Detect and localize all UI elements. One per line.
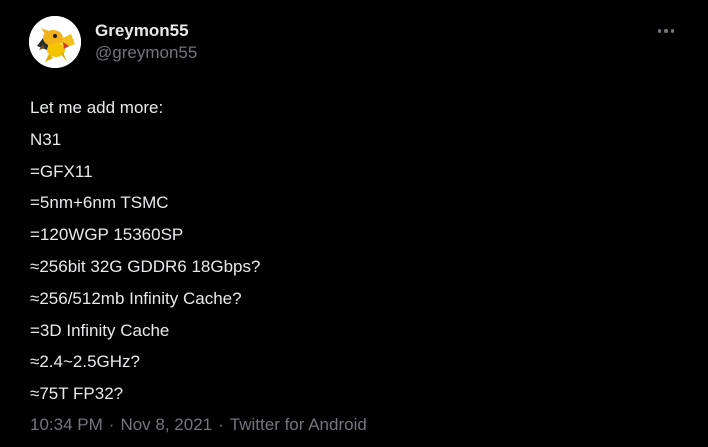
author-handle[interactable]: @greymon55 xyxy=(95,43,197,63)
meta-separator: · xyxy=(108,415,115,434)
more-horizontal-icon xyxy=(657,29,675,33)
avatar[interactable] xyxy=(29,16,81,68)
cartoon-creature-avatar-icon xyxy=(29,16,81,68)
tweet-card: Greymon55 @greymon55 Let me add more: N3… xyxy=(0,0,708,447)
tweet-line: =120WGP 15360SP xyxy=(30,225,184,245)
tweet-metadata: 10:34 PM · Nov 8, 2021 · Twitter for Android xyxy=(30,414,367,436)
tweet-line: ≈256/512mb Infinity Cache? xyxy=(30,288,242,308)
tweet-time-link[interactable]: 10:34 PM xyxy=(30,415,103,434)
tweet-line: N31 xyxy=(30,129,62,149)
tweet-line: ≈256bit 32G GDDR6 18Gbps? xyxy=(30,256,261,276)
tweet-line: ≈75T FP32? xyxy=(30,384,124,404)
tweet-line: =5nm+6nm TSMC xyxy=(30,193,169,213)
tweet-source-link[interactable]: Twitter for Android xyxy=(230,415,367,434)
meta-separator: · xyxy=(218,415,224,434)
tweet-line: =3D Infinity Cache xyxy=(30,320,170,340)
tweet-line: Let me add more: xyxy=(30,98,164,117)
tweet-line: =GFX11 xyxy=(30,161,93,181)
more-options-button[interactable] xyxy=(654,22,678,40)
tweet-text: Let me add more: N31 =GFX11 =5nm+6nm TSM… xyxy=(30,92,680,410)
tweet-date-link[interactable]: Nov 8, 2021 xyxy=(120,415,212,434)
author-display-name[interactable]: Greymon55 xyxy=(95,21,189,41)
tweet-line: ≈2.4~2.5GHz? xyxy=(30,352,140,372)
